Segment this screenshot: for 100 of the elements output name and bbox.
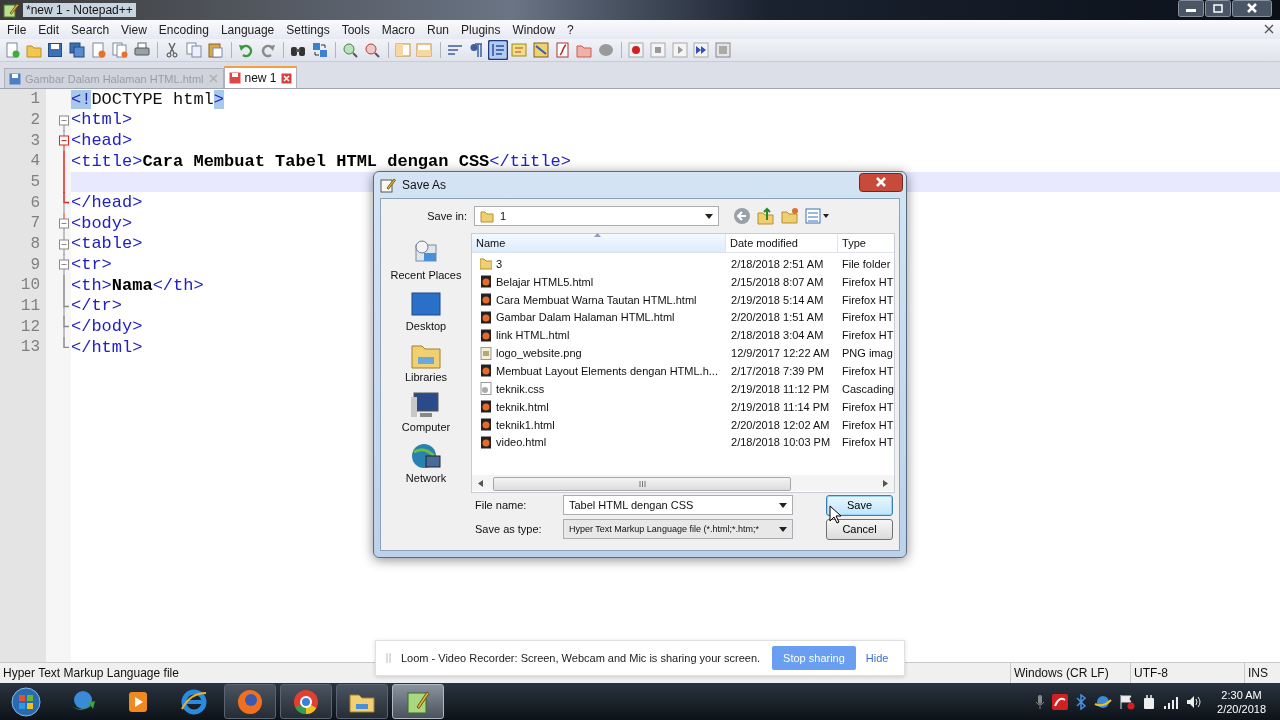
fold-marker-icon[interactable] [58,233,70,255]
column-header[interactable]: Date modified [726,234,838,252]
file-name[interactable]: link HTML.html [496,329,570,342]
file-type: Firefox HT [841,418,894,431]
places-item[interactable]: Computer [401,391,451,443]
dropdown-arrow-icon [705,213,713,219]
places-item[interactable]: Network [405,442,447,493]
bluetooth-icon[interactable] [1075,693,1088,710]
firefox-file-icon [480,364,492,378]
document-map-icon[interactable] [531,40,552,60]
close-icon[interactable] [1264,24,1274,34]
record-icon[interactable] [626,40,647,60]
file-name[interactable]: teknik.html [496,400,549,413]
close-icon[interactable] [859,173,903,192]
line-number: 13 [19,337,41,358]
power-plug-icon[interactable] [1142,693,1157,710]
menu-item[interactable]: File [2,22,34,37]
column-header[interactable]: Type [838,234,894,252]
menu-item[interactable]: ? [562,22,581,37]
file-name[interactable]: Cara Membuat Warna Tautan HTML.html [496,293,697,306]
file-type: Firefox HT [841,329,894,342]
file-name[interactable]: teknik.css [496,382,545,395]
file-name[interactable]: 3 [496,257,503,270]
file-name[interactable]: logo_website.png [496,347,582,360]
save-type-dropdown[interactable]: Hyper Text Markup Language file (*.html;*.htm;* [563,519,793,539]
drag-handle-icon[interactable] [386,653,391,663]
file-date: 2/19/2018 11:14 PM [730,400,831,413]
close-icon[interactable] [280,72,292,84]
save-in-dropdown[interactable]: 1 [474,206,719,226]
menu-item[interactable]: View [116,22,154,37]
stop-icon[interactable] [648,40,669,60]
line-number: 5 [29,171,41,193]
view-menu-icon[interactable] [805,207,831,225]
places-item[interactable]: Desktop [405,289,447,341]
menu-item[interactable]: Encoding [153,22,216,37]
window-title: *new 1 - Notepad++ [23,3,136,17]
globe-icon[interactable] [1094,693,1113,710]
menu-item[interactable]: Edit [33,22,67,37]
save-button[interactable]: Save [826,494,893,516]
code-line: <html> [71,109,133,131]
file-type: File folder [841,257,892,270]
file-type: Firefox HT [841,436,894,449]
dialog-title: Save As [402,178,447,192]
file-name-field[interactable]: Tabel HTML dengan CSS [563,495,793,515]
file-name[interactable]: Belajar HTML5.html [496,275,594,288]
line-number: 1 [29,89,41,110]
file-date: 2/15/2018 8:07 AM [730,275,825,288]
taskbar-button[interactable] [280,684,332,719]
fast-forward-icon[interactable] [691,40,712,60]
fold-marker-icon[interactable] [58,254,70,276]
file-date: 2/18/2018 3:04 AM [730,329,825,342]
scroll-thumb[interactable] [493,477,791,491]
menu-item[interactable]: Macro [376,22,422,37]
column-header[interactable]: Name [472,234,726,252]
menu-item[interactable]: Language [215,22,282,37]
hide-link[interactable]: Hide [865,652,889,664]
indent-guide-icon[interactable] [487,40,508,60]
floppy-disks-icon[interactable] [66,40,87,60]
scroll-left-icon[interactable] [478,479,483,487]
folder-up-icon[interactable] [757,207,775,225]
file-date: 2/20/2018 1:51 AM [730,311,825,324]
folder-icon [480,257,492,271]
back-icon[interactable] [733,207,751,225]
menu-item[interactable]: Window [507,22,563,37]
file-name[interactable]: video.html [496,436,547,449]
fold-marker-icon[interactable] [58,212,70,234]
minimize-icon[interactable] [1178,0,1204,17]
file-type: Firefox HT [841,293,894,306]
close-icon[interactable] [1232,0,1272,17]
file-name[interactable]: Membuat Layout Elements dengan HTML.h... [496,365,718,377]
menu-item[interactable]: Plugins [456,22,508,37]
taskbar-button[interactable] [336,684,388,719]
places-item[interactable]: Recent Places [390,239,462,290]
code-line: <head> [71,130,133,151]
file-date: 2/18/2018 2:51 AM [730,257,825,270]
microphone-icon[interactable] [1035,693,1046,710]
clock[interactable]: 2:30 AM 2/20/2018 [1217,687,1266,716]
places-item[interactable]: Libraries [404,340,448,392]
maximize-icon[interactable] [1205,0,1231,17]
horizontal-scrollbar[interactable] [472,475,894,491]
file-name-label: File name: [475,499,528,511]
file-name[interactable]: Gambar Dalam Halaman HTML.html [496,311,675,324]
grip-icon [638,481,646,487]
menu-item[interactable]: Tools [336,22,377,37]
fold-marker-icon[interactable] [58,130,70,152]
clipboard-icon[interactable] [205,40,226,60]
close-files-icon[interactable] [109,40,130,60]
menu-item[interactable]: Run [422,22,457,37]
file-name[interactable]: teknik1.html [496,418,555,431]
firefox-file-icon [480,310,492,324]
clock-time: 2:30 AM [1221,687,1262,702]
file-tab[interactable]: new 1 [223,66,297,88]
cancel-button[interactable]: Cancel [826,518,893,540]
menu-item[interactable]: Settings [281,22,337,37]
menu-item[interactable]: Search [66,22,117,37]
new-folder-icon[interactable] [781,207,799,225]
flag-icon[interactable] [1119,693,1136,710]
code-line: <body> [71,212,133,234]
dropdown-arrow-icon [779,502,787,508]
scroll-right-icon[interactable] [883,479,888,487]
